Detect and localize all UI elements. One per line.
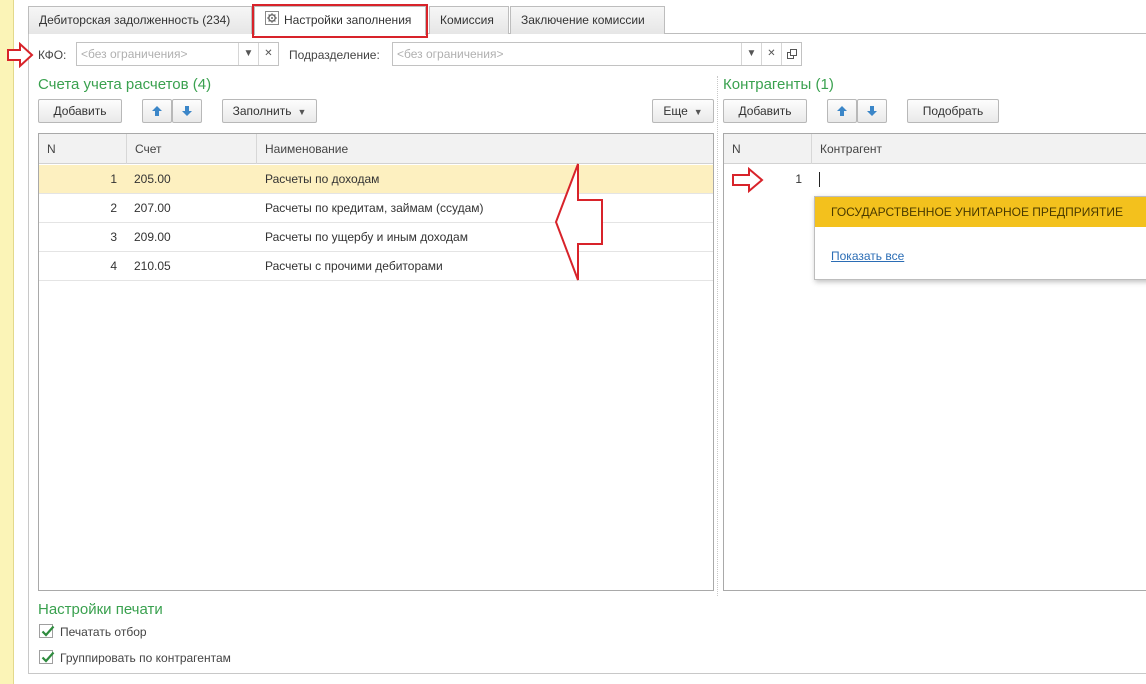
- table-row[interactable]: 3 209.00 Расчеты по ущербу и иным дохода…: [39, 223, 713, 252]
- arrow-up-icon: [837, 106, 847, 116]
- counterparties-move-up-button[interactable]: [827, 99, 857, 123]
- table-row[interactable]: 1 205.00 Расчеты по доходам: [39, 165, 713, 194]
- group-by-counterparty-label[interactable]: Группировать по контрагентам: [60, 650, 231, 666]
- row-number: 1: [110, 172, 117, 186]
- accounts-more-label: Еще: [663, 104, 688, 118]
- tab-receivables-label: Дебиторская задолженность (234): [39, 13, 231, 27]
- open-window-icon: [786, 49, 797, 59]
- caret-down-icon: ▼: [693, 107, 703, 117]
- show-all-link[interactable]: Показать все: [831, 249, 904, 263]
- red-double-arrow-icon: [554, 163, 603, 281]
- autocomplete-dropdown: ГОСУДАРСТВЕННОЕ УНИТАРНОЕ ПРЕДПРИЯТИЕ По…: [814, 196, 1146, 280]
- division-dropdown-button[interactable]: ▼: [741, 43, 761, 65]
- close-icon: ✕: [264, 48, 273, 59]
- kfo-dropdown-button[interactable]: ▼: [238, 43, 258, 65]
- row-number: 4: [110, 259, 117, 273]
- accounts-col-name[interactable]: Наименование: [257, 134, 713, 164]
- table-row[interactable]: 2 207.00 Расчеты по кредитам, займам (сс…: [39, 194, 713, 223]
- counterparties-move-down-button[interactable]: [857, 99, 887, 123]
- row-number: 2: [110, 201, 117, 215]
- print-filter-label[interactable]: Печатать отбор: [60, 624, 147, 640]
- table-row[interactable]: 4 210.05 Расчеты с прочими дебиторами: [39, 252, 713, 281]
- row-number: 3: [110, 230, 117, 244]
- accounts-add-button[interactable]: Добавить: [38, 99, 122, 123]
- tab-commission[interactable]: Комиссия: [429, 6, 509, 34]
- division-field[interactable]: <без ограничения> ▼ ✕: [392, 42, 802, 66]
- accounts-col-n[interactable]: N: [39, 134, 127, 164]
- tab-commission-label: Комиссия: [440, 13, 494, 27]
- accounts-move-down-button[interactable]: [172, 99, 202, 123]
- tab-commission-conclusion[interactable]: Заключение комиссии: [510, 6, 665, 34]
- form-frame-left: [28, 34, 29, 674]
- tab-fill-settings-label: Настройки заполнения: [284, 13, 412, 27]
- text-cursor: [819, 172, 820, 187]
- arrow-down-icon: [867, 106, 877, 116]
- checkmark-icon: [41, 625, 55, 637]
- kfo-field[interactable]: <без ограничения> ▼ ✕: [76, 42, 279, 66]
- row-account: 205.00: [134, 172, 171, 186]
- counterparties-col-n[interactable]: N: [724, 134, 812, 164]
- kfo-clear-button[interactable]: ✕: [258, 43, 278, 65]
- row-name: Расчеты по ущербу и иным доходам: [265, 230, 468, 244]
- accounts-section-title: Счета учета расчетов (4): [38, 76, 212, 93]
- division-clear-button[interactable]: ✕: [761, 43, 781, 65]
- gear-icon: [265, 8, 279, 34]
- row-name: Расчеты с прочими дебиторами: [265, 259, 443, 273]
- row-name: Расчеты по доходам: [265, 172, 380, 186]
- counterparties-section-title: Контрагенты (1): [723, 76, 834, 93]
- division-open-button[interactable]: [781, 43, 801, 65]
- left-panel-stripe: [0, 0, 14, 684]
- counterparties-table-header: N Контрагент: [724, 134, 1146, 164]
- accounts-table: N Счет Наименование 1 205.00 Расчеты по …: [38, 133, 714, 591]
- row-account: 207.00: [134, 201, 171, 215]
- accounts-move-up-button[interactable]: [142, 99, 172, 123]
- accounts-table-header: N Счет Наименование: [39, 134, 713, 164]
- kfo-label: КФО:: [38, 48, 67, 62]
- print-settings-title: Настройки печати: [38, 601, 163, 618]
- counterparties-add-button[interactable]: Добавить: [723, 99, 807, 123]
- row-name: Расчеты по кредитам, займам (ссудам): [265, 201, 484, 215]
- red-arrow-right-icon: [7, 42, 34, 68]
- arrow-up-icon: [152, 106, 162, 116]
- chevron-down-icon: ▼: [243, 48, 254, 59]
- accounts-col-account[interactable]: Счет: [127, 134, 257, 164]
- division-placeholder: <без ограничения>: [397, 47, 504, 61]
- arrow-down-icon: [182, 106, 192, 116]
- caret-down-icon: ▼: [297, 107, 307, 117]
- form-frame-bottom: [28, 673, 1146, 674]
- red-arrow-right-icon: [732, 167, 764, 193]
- close-icon: ✕: [767, 48, 776, 59]
- division-label: Подразделение:: [289, 48, 380, 62]
- counterparties-pick-button[interactable]: Подобрать: [907, 99, 999, 123]
- chevron-down-icon: ▼: [746, 48, 757, 59]
- row-account: 209.00: [134, 230, 171, 244]
- print-filter-checkbox[interactable]: [39, 624, 55, 638]
- group-by-counterparty-checkbox[interactable]: [39, 650, 55, 664]
- kfo-placeholder: <без ограничения>: [81, 47, 188, 61]
- tab-fill-settings[interactable]: Настройки заполнения: [254, 6, 426, 35]
- tab-receivables[interactable]: Дебиторская задолженность (234): [28, 6, 252, 34]
- tab-commission-conclusion-label: Заключение комиссии: [521, 13, 645, 27]
- table-row[interactable]: 1: [724, 165, 1146, 194]
- row-account: 210.05: [134, 259, 171, 273]
- checkmark-icon: [41, 651, 55, 663]
- counterparties-col-counterparty[interactable]: Контрагент: [812, 134, 1146, 164]
- panel-splitter[interactable]: [717, 76, 718, 596]
- autocomplete-suggestion[interactable]: ГОСУДАРСТВЕННОЕ УНИТАРНОЕ ПРЕДПРИЯТИЕ: [815, 197, 1146, 227]
- accounts-fill-button[interactable]: Заполнить ▼: [222, 99, 317, 123]
- accounts-more-button[interactable]: Еще ▼: [652, 99, 714, 123]
- accounts-fill-label: Заполнить: [232, 104, 292, 118]
